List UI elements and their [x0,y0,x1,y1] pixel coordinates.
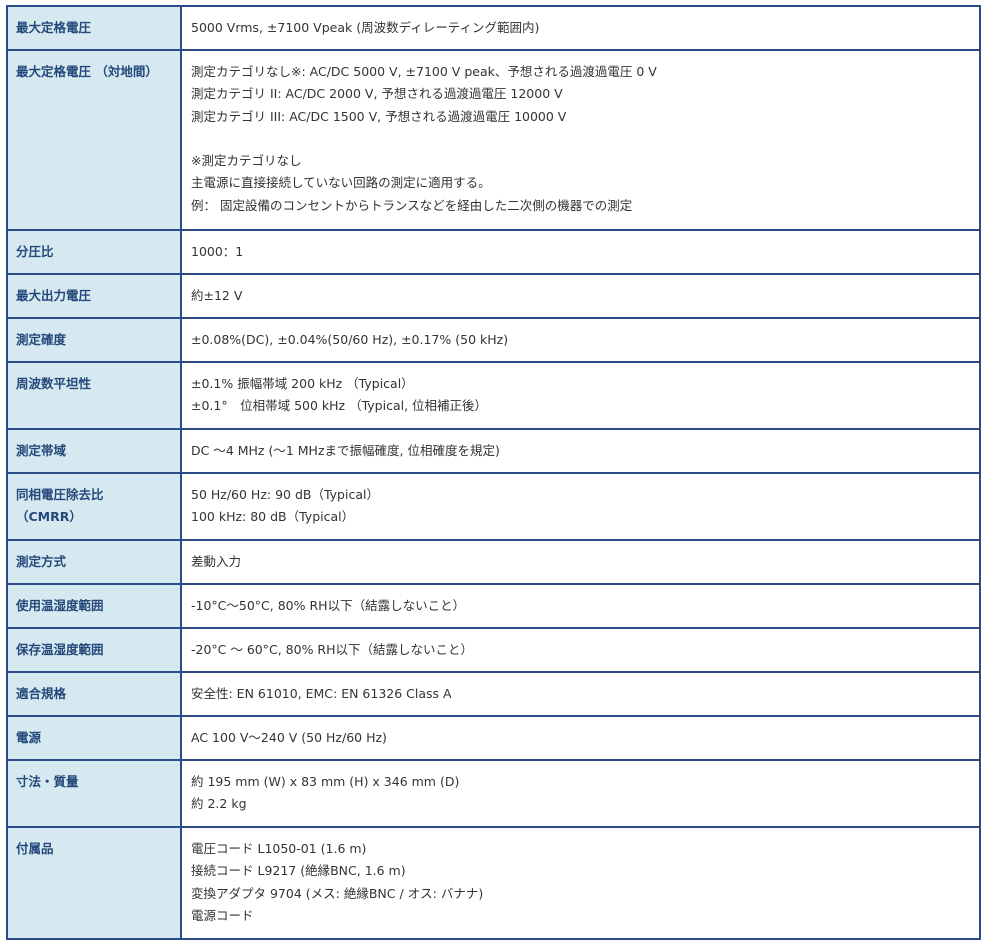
spec-label-line: 測定方式 [16,554,67,569]
spec-value-line: 差動入力 [191,554,242,569]
spec-value-line: AC 100 V～240 V (50 Hz/60 Hz) [191,730,387,745]
spec-value-line: 約 195 mm (W) x 83 mm (H) x 346 mm (D) [191,774,460,789]
spec-label-line: 保存温湿度範囲 [16,642,104,657]
spec-value: 1000：1 [180,229,981,275]
spec-value: -20°C ～ 60°C, 80% RH以下（結露しないこと） [180,627,981,673]
spec-table-body: 最大定格電圧 5000 Vrms, ±7100 Vpeak (周波数ディレーティン… [6,5,981,940]
spec-label-line: 付属品 [16,841,54,856]
spec-value-line: 100 kHz: 80 dB（Typical） [191,509,355,525]
spec-row: 寸法・質量 約 195 mm (W) x 83 mm (H) x 346 mm (… [6,759,981,828]
spec-value-line: 電圧コード L1050-01 (1.6 m) [191,841,367,856]
spec-row: 電源 AC 100 V～240 V (50 Hz/60 Hz) [6,715,981,761]
spec-value: DC ～4 MHz (～1 MHzまで振幅確度, 位相確度を規定) [180,428,981,474]
spec-label: 周波数平坦性 [6,361,182,430]
spec-value-spacer [191,128,975,150]
spec-value-line: ±0.1° 位相帯域 500 kHz （Typical, 位相補正後） [191,398,488,414]
spec-value-line: 50 Hz/60 Hz: 90 dB（Typical） [191,487,379,502]
spec-value-line: 1000：1 [191,244,244,259]
spec-value: -10°C～50°C, 80% RH以下（結露しないこと） [180,583,981,629]
spec-table: 最大定格電圧 5000 Vrms, ±7100 Vpeak (周波数ディレーティン… [6,5,981,940]
spec-value-line: 測定カテゴリ II: AC/DC 2000 V, 予想される過渡過電圧 1200… [191,86,563,102]
spec-label: 寸法・質量 [6,759,182,828]
spec-label-line: 適合規格 [16,686,67,701]
spec-value-line: 約 2.2 kg [191,796,247,812]
spec-label: 適合規格 [6,671,182,717]
spec-value-line: 約±12 V [191,288,243,303]
spec-value-line: 変換アダプタ 9704 (メス: 絶縁BNC / オス: バナナ) [191,885,484,901]
spec-value: AC 100 V～240 V (50 Hz/60 Hz) [180,715,981,761]
spec-row: 使用温湿度範囲 -10°C～50°C, 80% RH以下（結露しないこと） [6,583,981,629]
spec-value-line: 安全性: EN 61010, EMC: EN 61326 Class A [191,686,452,701]
spec-row: 測定確度 ±0.08%(DC), ±0.04%(50/60 Hz), ±0.17%… [6,317,981,363]
spec-value: 50 Hz/60 Hz: 90 dB（Typical） 100 kHz: 80 d… [180,472,981,541]
spec-label: 分圧比 [6,229,182,275]
spec-value: 約±12 V [180,273,981,319]
spec-value-line: -10°C～50°C, 80% RH以下（結露しないこと） [191,598,466,613]
spec-value-line: -20°C ～ 60°C, 80% RH以下（結露しないこと） [191,642,474,657]
spec-value: 約 195 mm (W) x 83 mm (H) x 346 mm (D) 約 2… [180,759,981,828]
spec-value-line: 5000 Vrms, ±7100 Vpeak (周波数ディレーティング範囲内) [191,20,540,35]
spec-value-line: ±0.08%(DC), ±0.04%(50/60 Hz), ±0.17% (50… [191,332,509,347]
spec-value-line: ±0.1% 振幅帯域 200 kHz （Typical） [191,376,414,391]
spec-row: 測定方式 差動入力 [6,539,981,585]
spec-label: 測定確度 [6,317,182,363]
spec-value: 安全性: EN 61010, EMC: EN 61326 Class A [180,671,981,717]
spec-label: 最大定格電圧 [6,5,182,51]
spec-value-line: 電源コード [191,907,254,923]
spec-row: 同相電圧除去比 （CMRR） 50 Hz/60 Hz: 90 dB（Typical）… [6,472,981,541]
spec-value: 測定カテゴリなし※: AC/DC 5000 V, ±7100 V peak、予想… [180,49,981,231]
spec-label-line: 分圧比 [16,244,54,259]
spec-value-line: 測定カテゴリなし※: AC/DC 5000 V, ±7100 V peak、予想… [191,64,657,79]
spec-label: 最大定格電圧 （対地間） [6,49,182,231]
spec-value: ±0.08%(DC), ±0.04%(50/60 Hz), ±0.17% (50… [180,317,981,363]
spec-row: 最大定格電圧 （対地間） 測定カテゴリなし※: AC/DC 5000 V, ±71… [6,49,981,231]
spec-label-line: 測定確度 [16,332,67,347]
spec-label-line: 最大定格電圧 [16,20,92,35]
spec-value-line: 接続コード L9217 (絶縁BNC, 1.6 m) [191,863,406,879]
spec-label: 使用温湿度範囲 [6,583,182,629]
spec-value-line: 例： 固定設備のコンセントからトランスなどを経由した二次側の機器での測定 [191,197,633,213]
spec-label: 最大出力電圧 [6,273,182,319]
spec-label: 測定帯域 [6,428,182,474]
spec-value: ±0.1% 振幅帯域 200 kHz （Typical） ±0.1° 位相帯域 5… [180,361,981,430]
spec-label-line: 同相電圧除去比 [16,487,104,502]
spec-label: 測定方式 [6,539,182,585]
spec-value-line: ※測定カテゴリなし [191,153,302,169]
spec-label-line: 測定帯域 [16,443,67,458]
spec-value: 電圧コード L1050-01 (1.6 m) 接続コード L9217 (絶縁BNC… [180,826,981,940]
spec-label-line: 最大出力電圧 [16,288,92,303]
spec-value-line: DC ～4 MHz (～1 MHzまで振幅確度, 位相確度を規定) [191,443,500,458]
spec-value-line: 測定カテゴリ III: AC/DC 1500 V, 予想される過渡過電圧 100… [191,108,567,124]
spec-label: 同相電圧除去比 （CMRR） [6,472,182,541]
spec-value: 差動入力 [180,539,981,585]
spec-row: 最大定格電圧 5000 Vrms, ±7100 Vpeak (周波数ディレーティン… [6,5,981,51]
spec-label-line: 寸法・質量 [16,774,79,789]
spec-row: 付属品 電圧コード L1050-01 (1.6 m) 接続コード L9217 (絶縁… [6,826,981,940]
spec-label-line: （CMRR） [16,509,82,524]
spec-row: 適合規格 安全性: EN 61010, EMC: EN 61326 Class A [6,671,981,717]
spec-row: 周波数平坦性 ±0.1% 振幅帯域 200 kHz （Typical） ±0.1° … [6,361,981,430]
spec-row: 最大出力電圧 約±12 V [6,273,981,319]
spec-label-line: 電源 [16,730,42,745]
spec-value: 5000 Vrms, ±7100 Vpeak (周波数ディレーティング範囲内) [180,5,981,51]
spec-label-line: 使用温湿度範囲 [16,598,104,613]
spec-label-line: 周波数平坦性 [16,376,92,391]
spec-label: 付属品 [6,826,182,940]
spec-row: 保存温湿度範囲 -20°C ～ 60°C, 80% RH以下（結露しないこと） [6,627,981,673]
spec-value-line: 主電源に直接接続していない回路の測定に適用する。 [191,175,491,191]
spec-label-line: 最大定格電圧 （対地間） [16,64,158,79]
spec-label: 保存温湿度範囲 [6,627,182,673]
spec-row: 分圧比 1000：1 [6,229,981,275]
spec-label: 電源 [6,715,182,761]
spec-row: 測定帯域 DC ～4 MHz (～1 MHzまで振幅確度, 位相確度を規定) [6,428,981,474]
